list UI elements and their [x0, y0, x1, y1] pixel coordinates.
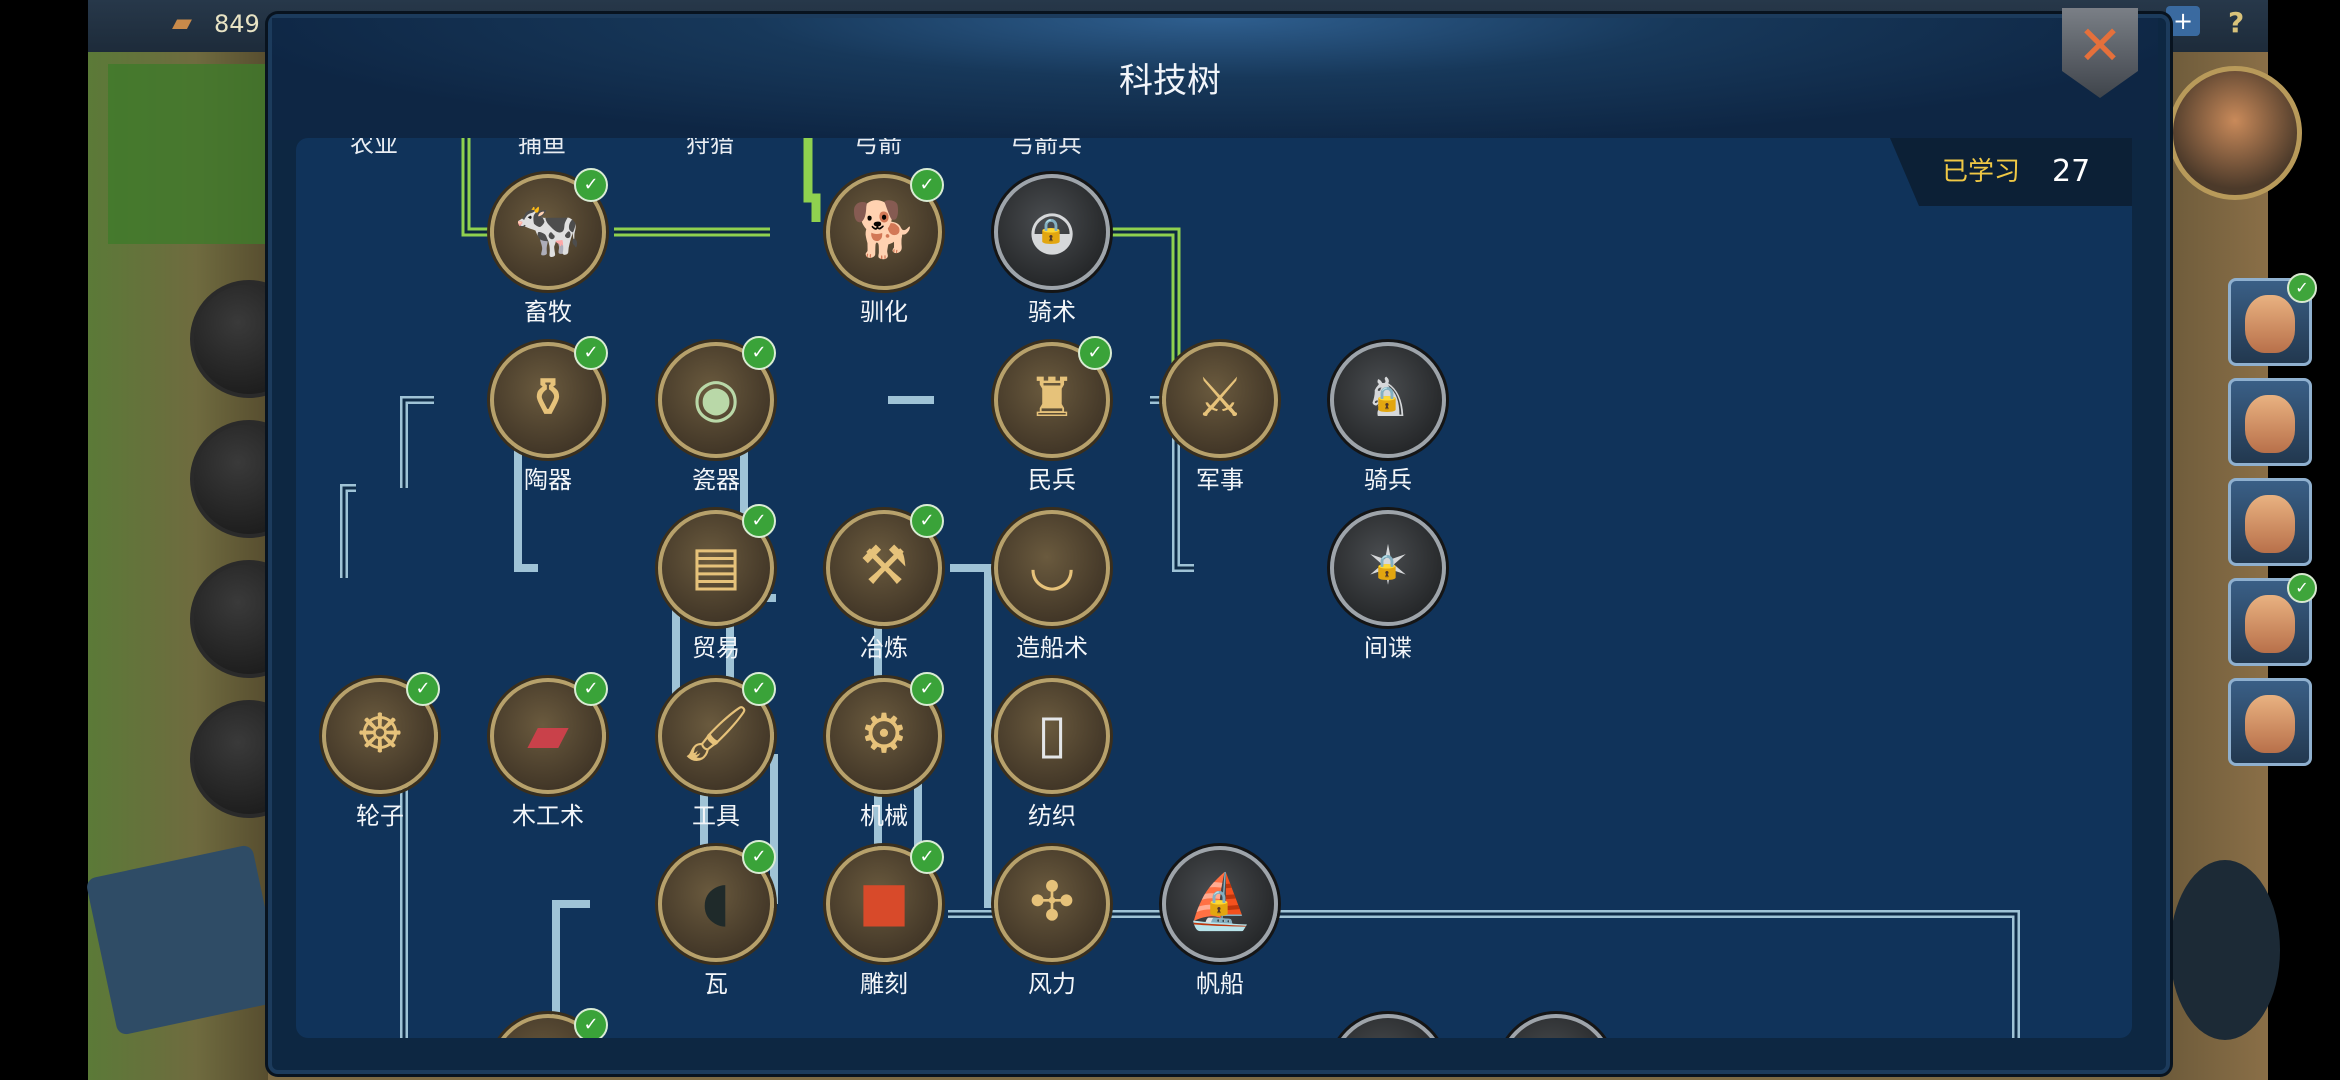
learned-count: 27 — [2052, 154, 2091, 189]
learned-check-icon: ✓ — [910, 840, 944, 874]
learned-check-icon: ✓ — [574, 672, 608, 706]
learned-check-icon: ✓ — [406, 672, 440, 706]
learned-check-icon: ✓ — [574, 168, 608, 202]
tech-node-machinery[interactable]: ⚙ ✓ 机械 — [826, 672, 944, 830]
tech-node-domestication[interactable]: 🐕 ✓ 驯化 — [826, 168, 944, 326]
lock-icon: 🔒 — [1372, 385, 1402, 413]
windmill-icon: ✣ — [1029, 870, 1075, 933]
carving-block-icon: ■ — [858, 870, 910, 933]
advisor-avatar-2[interactable] — [2228, 378, 2312, 466]
tech-node-horseback[interactable]: ◒ 🔒 骑术 — [994, 174, 1110, 326]
lock-icon: 🔒 — [1372, 553, 1402, 581]
spearmen-icon: ♜ — [1027, 366, 1077, 429]
tech-node-militia[interactable]: ♜ ✓ 民兵 — [994, 336, 1112, 494]
learned-check-icon: ✓ — [1078, 336, 1112, 370]
tech-node-shipbuilding[interactable]: ◡ 造船术 — [994, 510, 1110, 662]
plane-tool-icon: ▰ — [527, 702, 569, 765]
learned-check-icon: ✓ — [910, 168, 944, 202]
crossed-swords-icon: ⚔ — [1195, 366, 1245, 429]
tech-node-porcelain[interactable]: ◉ ✓ 瓷器 — [658, 336, 776, 494]
learned-check-icon: ✓ — [742, 672, 776, 706]
tech-node-tools[interactable]: 🖌 ✓ 工具 — [658, 672, 776, 830]
learned-check-icon: ✓ — [574, 1008, 608, 1038]
tech-node-cavalry[interactable]: ♞ 🔒 骑兵 — [1330, 342, 1446, 494]
tech-label-archer: 弓箭兵 — [1010, 138, 1082, 158]
tech-node-wind-power[interactable]: ✣ 风力 — [994, 846, 1110, 998]
tech-node-partial-3[interactable] — [1498, 1014, 1614, 1038]
advisor-avatar-1[interactable]: ✓ — [2228, 273, 2317, 366]
boat-hull-icon: ◡ — [1028, 534, 1076, 597]
tech-tree-panel[interactable]: 农业 捕鱼 狩猎 弓箭 弓箭兵 🐄 ✓ 畜牧 🐕 ✓ 驯化 ◒ 🔒 骑术 ⚱ ✓ 陶器 … — [296, 138, 2132, 1038]
dog-icon: 🐕 — [850, 198, 918, 261]
pot-icon: ⚱ — [525, 366, 571, 429]
close-button[interactable]: ✕ — [2062, 8, 2138, 98]
cow-icon: 🐄 — [514, 198, 582, 261]
tile-icon: ◖ — [701, 870, 731, 933]
spools-icon: ▯ — [1037, 702, 1067, 765]
tech-node-smelting[interactable]: ⚒ ✓ 冶炼 — [826, 504, 944, 662]
hammer-icon: ⚒ — [859, 534, 909, 597]
tech-node-tiles[interactable]: ◖ ✓ 瓦 — [658, 840, 776, 998]
learned-check-icon: ✓ — [742, 336, 776, 370]
tech-node-military[interactable]: ⚔ 军事 — [1162, 342, 1278, 494]
advisor-avatar-4[interactable]: ✓ — [2228, 573, 2317, 666]
wheel-icon: ☸ — [355, 702, 405, 765]
tech-node-wheel[interactable]: ☸ ✓ 轮子 — [322, 672, 440, 830]
tech-node-sailing[interactable]: ⛵ 🔒 帆船 — [1162, 846, 1278, 998]
books-icon: ▤ — [690, 534, 742, 597]
learned-check-icon: ✓ — [742, 504, 776, 538]
tech-node-partial-1[interactable]: ✓ — [490, 1008, 608, 1038]
learned-label: 已学习 — [1942, 157, 2021, 187]
bowl-icon: ◉ — [692, 366, 740, 429]
tech-node-espionage[interactable]: ✶ 🔒 间谍 — [1330, 510, 1446, 662]
learned-check-icon: ✓ — [742, 840, 776, 874]
close-icon: ✕ — [2077, 14, 2123, 77]
gears-icon: ⚙ — [859, 702, 909, 765]
modal-title: 科技树 — [1119, 61, 1221, 101]
tech-node-trade[interactable]: ▤ ✓ 贸易 — [658, 504, 776, 662]
tech-node-partial-2[interactable] — [1330, 1014, 1446, 1038]
advisor-avatar-3[interactable] — [2228, 478, 2312, 566]
tech-node-animal-husbandry[interactable]: 🐄 ✓ 畜牧 — [490, 168, 608, 326]
tech-node-carving[interactable]: ■ ✓ 雕刻 — [826, 840, 944, 998]
lock-icon: 🔒 — [1036, 217, 1066, 245]
learned-check-icon: ✓ — [574, 336, 608, 370]
learned-check-icon: ✓ — [910, 672, 944, 706]
lock-icon: 🔒 — [1204, 889, 1234, 917]
tech-node-pottery[interactable]: ⚱ ✓ 陶器 — [490, 336, 608, 494]
tech-node-weaving[interactable]: ▯ 纺织 — [994, 678, 1110, 830]
learned-check-icon: ✓ — [910, 504, 944, 538]
brush-icon: 🖌 — [681, 702, 751, 765]
tech-node-carpentry[interactable]: ▰ ✓ 木工术 — [490, 672, 608, 830]
advisor-avatar-5[interactable] — [2228, 678, 2312, 766]
axe-icon[interactable] — [2170, 860, 2280, 1040]
